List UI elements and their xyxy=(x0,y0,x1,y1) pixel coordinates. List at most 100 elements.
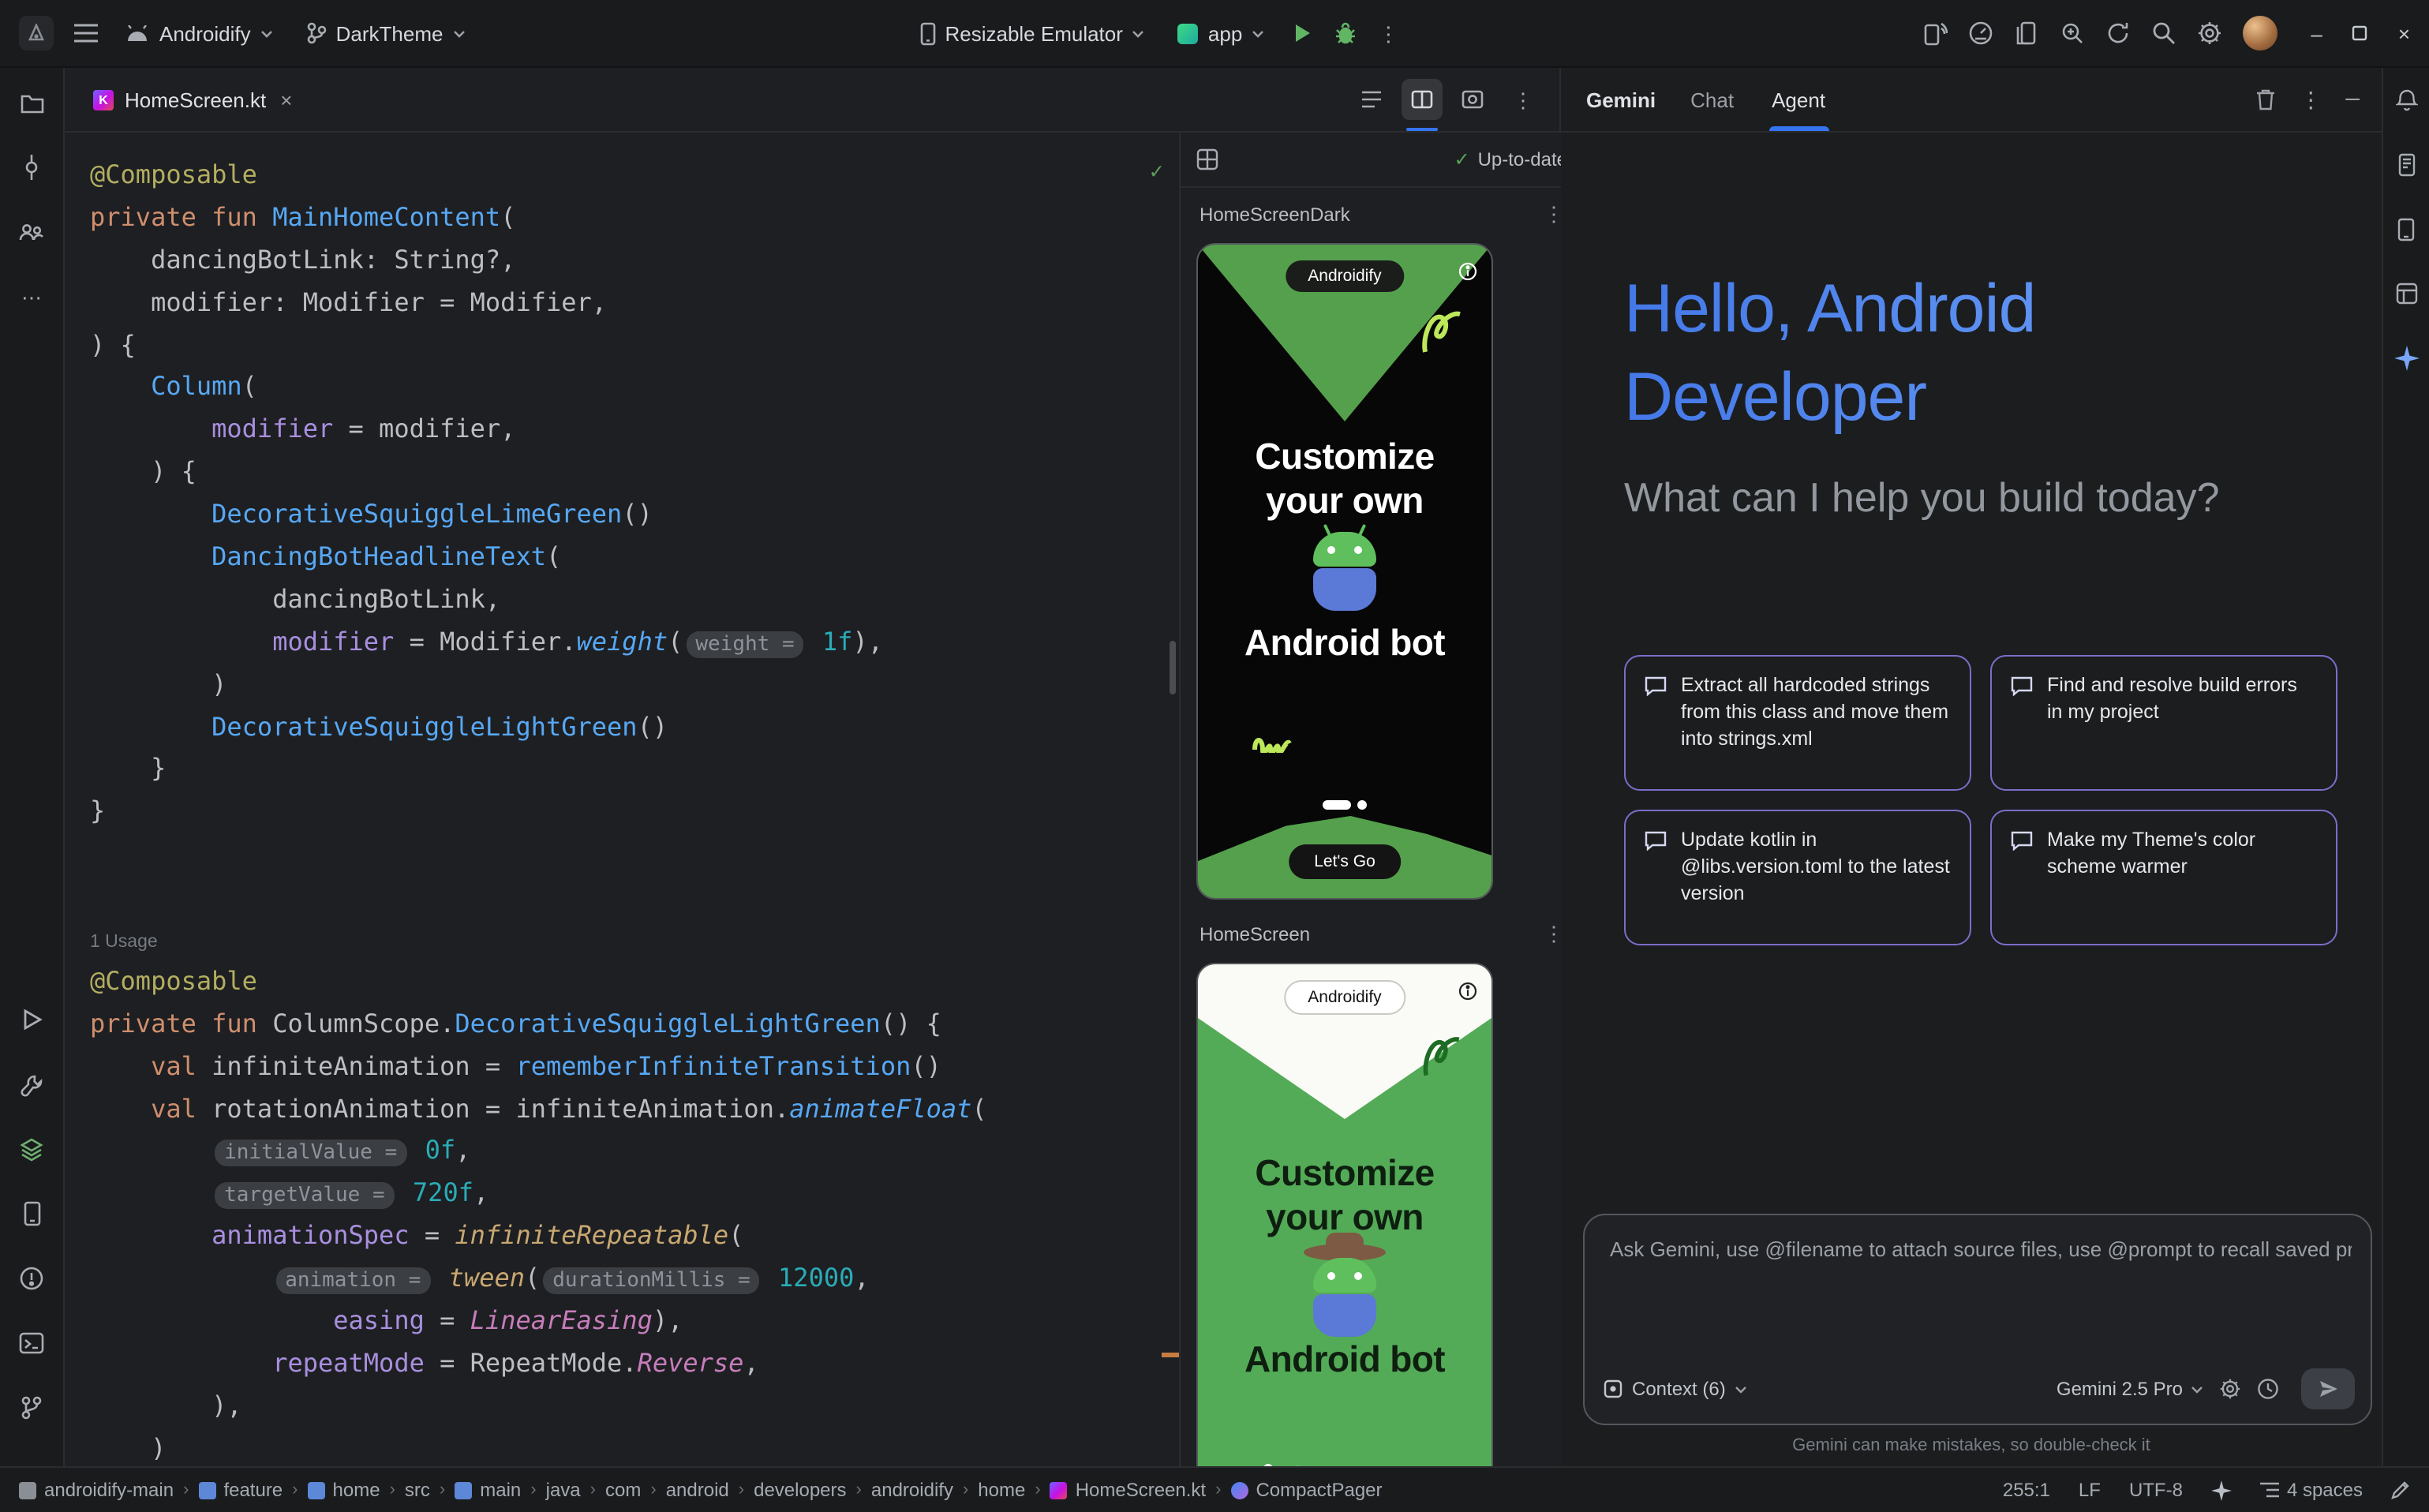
code-line: @Composable xyxy=(90,961,1179,1004)
app-insights-icon[interactable] xyxy=(2060,21,2085,46)
suggestion-card[interactable]: Make my Theme's color scheme warmer xyxy=(1990,810,2337,945)
inspections-ok-icon[interactable]: ✓ xyxy=(1150,152,1163,194)
vcs-branch-selector[interactable]: DarkTheme xyxy=(300,17,472,50)
editor-more-icon[interactable]: ⋮ xyxy=(1503,79,1544,120)
gemini-panel: Gemini Chat Agent ⋮ – Hello, Android Dev… xyxy=(1561,68,2382,1466)
android-studio-window: Androidify DarkTheme Resizable Emulator … xyxy=(0,0,2429,1512)
editor-scrollbar[interactable] xyxy=(1170,641,1176,694)
breadcrumb-separator: › xyxy=(440,1480,445,1499)
code-line: ), xyxy=(90,1386,1179,1428)
kotlin-icon xyxy=(1050,1481,1068,1499)
file-encoding[interactable]: UTF-8 xyxy=(2129,1479,2183,1501)
code-line: ) xyxy=(90,664,1179,706)
user-avatar[interactable] xyxy=(2243,16,2277,51)
gemini-prompt-box[interactable]: Context (6) Gemini 2.5 Pro xyxy=(1583,1214,2372,1425)
compose-icon xyxy=(1230,1481,1248,1499)
breadcrumb-item[interactable]: main xyxy=(455,1479,521,1501)
commit-tool-icon[interactable] xyxy=(13,148,51,186)
running-devices-icon[interactable] xyxy=(2014,21,2039,46)
breadcrumb-item[interactable]: androidify xyxy=(871,1479,953,1501)
build-tool-icon[interactable] xyxy=(13,1065,51,1103)
window-maximize-icon[interactable] xyxy=(2352,25,2368,41)
breadcrumb-item[interactable]: android xyxy=(666,1479,729,1501)
hide-panel-icon[interactable]: – xyxy=(2345,85,2360,114)
run-button[interactable] xyxy=(1291,22,1313,44)
tab-chat[interactable]: Chat xyxy=(1687,68,1737,131)
model-selector[interactable]: Gemini 2.5 Pro xyxy=(2057,1378,2203,1400)
code-line: easing = LinearEasing), xyxy=(90,1301,1179,1343)
preview-name-dark[interactable]: HomeScreenDark xyxy=(1200,204,1350,226)
code-line: private fun ColumnScope.DecorativeSquigg… xyxy=(90,1004,1179,1046)
notifications-icon[interactable] xyxy=(2387,80,2425,118)
code-line: DecorativeSquiggleLightGreen() xyxy=(90,706,1179,749)
context-chip[interactable]: Context (6) xyxy=(1604,1378,1748,1400)
trash-icon[interactable] xyxy=(2255,88,2276,110)
device-explorer-icon[interactable] xyxy=(2387,145,2425,183)
run-configuration-selector[interactable]: app xyxy=(1172,17,1271,50)
breadcrumb-item[interactable]: home xyxy=(978,1479,1025,1501)
line-separator[interactable]: LF xyxy=(2079,1479,2101,1501)
breadcrumb-item[interactable]: feature xyxy=(198,1479,283,1501)
gradle-sync-icon[interactable] xyxy=(2105,21,2131,46)
problems-tool-icon[interactable] xyxy=(13,1259,51,1297)
history-icon[interactable] xyxy=(2257,1378,2279,1400)
more-actions-icon[interactable]: ⋮ xyxy=(1378,23,1398,43)
gemini-more-icon[interactable]: ⋮ xyxy=(2300,88,2322,110)
kotlin-file-icon: K xyxy=(93,89,114,110)
breadcrumb-item[interactable]: developers xyxy=(754,1479,846,1501)
breadcrumb-item[interactable]: androidify-main xyxy=(19,1479,174,1501)
split-view-icon[interactable] xyxy=(1402,79,1443,120)
close-tab-icon[interactable]: × xyxy=(280,88,292,111)
profiler-icon[interactable] xyxy=(1968,21,1993,46)
code-view-icon[interactable] xyxy=(1351,79,1392,120)
gallery-view-icon[interactable] xyxy=(1196,148,1218,170)
more-tool-windows-icon[interactable]: ⋯ xyxy=(13,278,51,316)
code-line: animationSpec = infiniteRepeatable( xyxy=(90,1216,1179,1259)
layout-inspector-icon[interactable] xyxy=(2387,275,2425,313)
terminal-tool-icon[interactable] xyxy=(13,1324,51,1362)
editor-island: K HomeScreen.kt × ⋮ xyxy=(65,68,1561,1466)
packages-tool-icon[interactable] xyxy=(13,1130,51,1168)
gemini-tool-icon[interactable] xyxy=(2387,339,2425,377)
settings-gear-icon[interactable] xyxy=(2197,21,2222,46)
run-tool-icon[interactable] xyxy=(13,1001,51,1039)
main-menu-icon[interactable] xyxy=(74,24,98,43)
window-minimize-icon[interactable]: – xyxy=(2311,21,2322,45)
breadcrumb-item[interactable]: CompactPager xyxy=(1230,1479,1382,1501)
search-icon[interactable] xyxy=(2151,21,2176,46)
branch-icon xyxy=(306,22,327,44)
breadcrumb-item[interactable]: home xyxy=(308,1479,380,1501)
design-view-icon[interactable] xyxy=(1452,79,1493,120)
code-editor[interactable]: @Composableprivate fun MainHomeContent( … xyxy=(65,133,1179,1466)
breadcrumb-item[interactable]: HomeScreen.kt xyxy=(1050,1479,1206,1501)
breadcrumb-item[interactable]: java xyxy=(546,1479,581,1501)
suggestion-card[interactable]: Update kotlin in @libs.version.toml to t… xyxy=(1624,810,1971,945)
ai-status-icon[interactable] xyxy=(2211,1480,2232,1500)
mini-squiggle-graphic xyxy=(1252,731,1293,753)
edit-mode-icon[interactable] xyxy=(2391,1480,2410,1499)
preview-name-light[interactable]: HomeScreen xyxy=(1200,923,1310,945)
suggestion-card[interactable]: Extract all hardcoded strings from this … xyxy=(1624,655,1971,791)
breadcrumb-item[interactable]: com xyxy=(605,1479,641,1501)
suggestion-card[interactable]: Find and resolve build errors in my proj… xyxy=(1990,655,2337,791)
pull-requests-tool-icon[interactable] xyxy=(13,213,51,251)
preview-phone-light: Androidify Customize your own xyxy=(1196,963,1493,1466)
debug-button[interactable] xyxy=(1334,21,1357,45)
tab-agent[interactable]: Agent xyxy=(1768,68,1828,131)
window-close-icon[interactable]: × xyxy=(2398,21,2410,45)
gemini-prompt-input[interactable] xyxy=(1607,1236,2355,1263)
prompt-settings-icon[interactable] xyxy=(2219,1378,2241,1400)
device-manager-tool-icon[interactable] xyxy=(13,1195,51,1233)
device-streaming-icon[interactable] xyxy=(1922,21,1948,46)
version-control-tool-icon[interactable] xyxy=(13,1389,51,1427)
breadcrumb-item[interactable]: src xyxy=(405,1479,430,1501)
send-button[interactable] xyxy=(2301,1368,2355,1409)
project-selector[interactable]: Androidify xyxy=(118,17,279,50)
tab-homescreen-kt[interactable]: K HomeScreen.kt × xyxy=(77,69,308,130)
indent-setting[interactable]: 4 spaces xyxy=(2260,1479,2363,1501)
project-icon xyxy=(19,1481,36,1499)
device-selector[interactable]: Resizable Emulator xyxy=(913,17,1151,50)
emulator-icon[interactable] xyxy=(2387,210,2425,248)
project-tool-icon[interactable] xyxy=(13,84,51,122)
caret-position[interactable]: 255:1 xyxy=(2003,1479,2050,1501)
